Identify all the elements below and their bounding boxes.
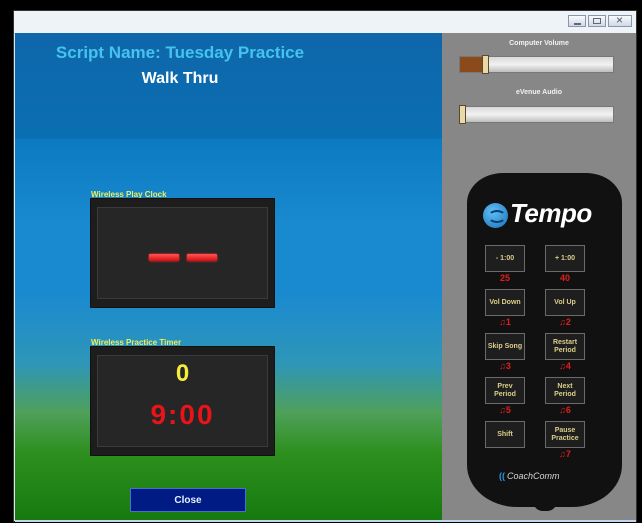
- play-clock-digit-2: [187, 254, 217, 261]
- evenue-audio-slider[interactable]: [459, 105, 614, 124]
- plus-minute-number: 40: [559, 273, 570, 283]
- computer-volume-slider[interactable]: [459, 55, 614, 74]
- script-subtitle: Walk Thru: [141, 70, 219, 87]
- remote-antenna: [533, 501, 557, 511]
- pause-practice-number: ♫7: [559, 449, 571, 459]
- title-bar: [14, 11, 636, 34]
- tempo-logo-icon: [483, 203, 508, 228]
- tempo-logo-text: Tempo: [510, 198, 592, 228]
- minus-minute-number: 25: [499, 273, 510, 283]
- skip-song-button[interactable]: Skip Song: [485, 333, 525, 360]
- script-name-title: Script Name: Tuesday Practice: [55, 43, 305, 62]
- vol-down-number: ♫1: [499, 317, 511, 327]
- pause-practice-button[interactable]: Pause Practice: [545, 421, 585, 448]
- maximize-button[interactable]: [588, 15, 606, 27]
- close-window-button[interactable]: [608, 13, 632, 27]
- next-period-button[interactable]: Next Period: [545, 377, 585, 404]
- restart-period-number: ♫4: [559, 361, 571, 371]
- evenue-audio-label: eVenue Audio: [515, 89, 563, 96]
- vol-up-button[interactable]: Vol Up: [545, 289, 585, 316]
- minimize-button[interactable]: [568, 15, 586, 27]
- window-controls: [568, 13, 632, 27]
- coachcomm-logo: ((CoachComm: [499, 471, 560, 481]
- skip-song-number: ♫3: [499, 361, 511, 371]
- practice-timer-count: 0: [175, 360, 190, 387]
- vol-down-button[interactable]: Vol Down: [485, 289, 525, 316]
- practice-timer-time: 9:00: [150, 399, 215, 430]
- computer-volume-thumb[interactable]: [481, 55, 489, 74]
- evenue-audio-thumb[interactable]: [459, 105, 466, 124]
- vol-up-number: ♫2: [559, 317, 571, 327]
- prev-period-button[interactable]: Prev Period: [485, 377, 525, 404]
- app-window: Script Name: Tuesday Practice Walk Thru …: [13, 10, 637, 522]
- shift-button[interactable]: Shift: [485, 421, 525, 448]
- practice-timer-screen: 0 9:00: [97, 355, 268, 447]
- minus-minute-button[interactable]: - 1:00: [485, 245, 525, 272]
- plus-minute-button[interactable]: + 1:00: [545, 245, 585, 272]
- play-clock-display: [90, 198, 275, 308]
- tempo-remote: Tempo - 1:00 25 + 1:00 40 Vol Down ♫1 Vo…: [467, 173, 622, 507]
- play-clock-digit-1: [149, 254, 179, 261]
- coachcomm-logo-text: CoachComm: [507, 471, 560, 481]
- main-panel: Script Name: Tuesday Practice Walk Thru …: [15, 33, 442, 520]
- play-clock-screen: [97, 207, 268, 299]
- close-button[interactable]: Close: [130, 488, 246, 512]
- control-sidebar: Computer Volume eVenue Audio Tempo - 1:0…: [442, 33, 636, 520]
- restart-period-button[interactable]: Restart Period: [545, 333, 585, 360]
- bottom-strip: [15, 520, 636, 522]
- computer-volume-fill: [460, 57, 483, 72]
- practice-timer-display: 0 9:00: [90, 346, 275, 456]
- coachcomm-mark-icon: ((: [499, 471, 505, 481]
- prev-period-number: ♫5: [499, 405, 511, 415]
- next-period-number: ♫6: [559, 405, 571, 415]
- computer-volume-label: Computer Volume: [509, 40, 569, 47]
